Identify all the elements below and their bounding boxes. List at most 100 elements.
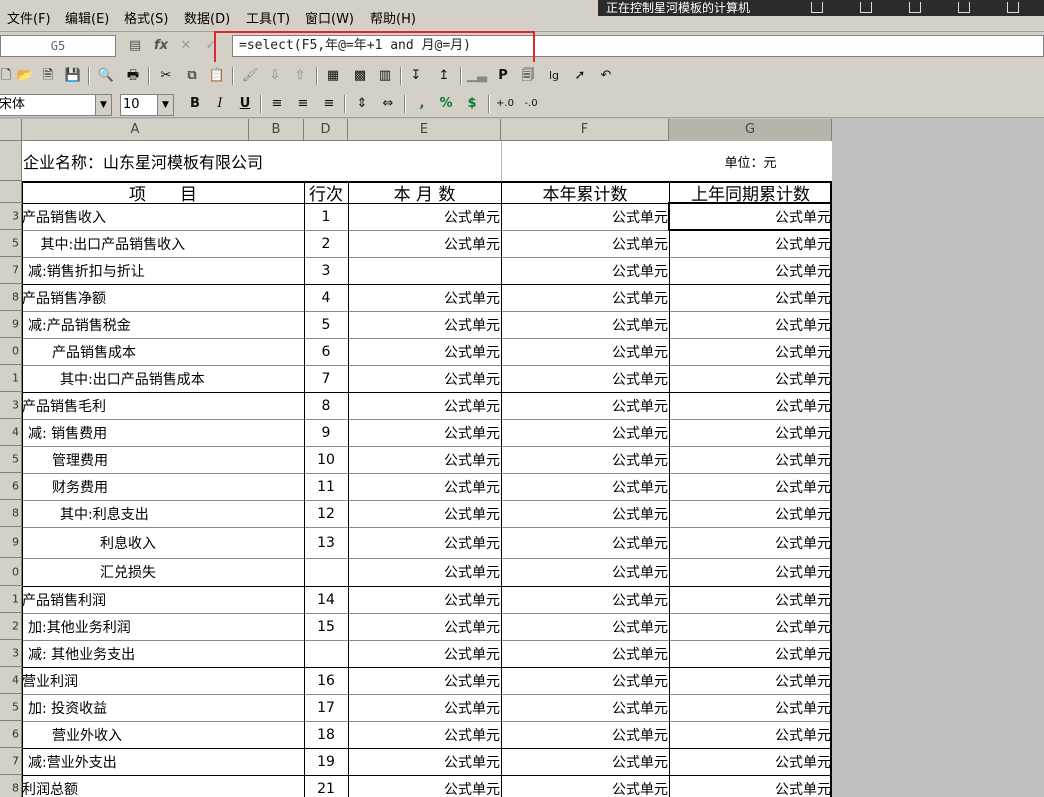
row-header[interactable]: 6 bbox=[0, 473, 22, 500]
value-cell-f[interactable]: 公式单元 bbox=[501, 392, 669, 419]
page-icon[interactable]: 🗐 bbox=[518, 66, 538, 86]
column-header-g[interactable]: G bbox=[669, 119, 832, 141]
horizontal-align-icon[interactable]: ⇔ bbox=[378, 94, 398, 114]
menu-data[interactable]: 数据(D) bbox=[184, 8, 230, 27]
row-header[interactable]: 8 bbox=[0, 500, 22, 527]
company-name[interactable]: 企业名称：山东星河模板有限公司 bbox=[23, 141, 501, 181]
row-header[interactable]: 5 bbox=[0, 230, 22, 257]
value-cell-f[interactable]: 公式单元 bbox=[501, 365, 669, 392]
value-cell-f[interactable]: 公式单元 bbox=[501, 338, 669, 365]
value-cell-g[interactable]: 公式单元 bbox=[669, 748, 832, 775]
item-label[interactable]: 营业外收入 bbox=[22, 721, 304, 748]
phone-icon[interactable] bbox=[811, 2, 823, 13]
column-header-a[interactable]: A bbox=[22, 119, 249, 141]
log-icon[interactable]: lg bbox=[544, 66, 564, 86]
value-cell-g[interactable]: 公式单元 bbox=[669, 775, 832, 797]
value-cell-f[interactable]: 公式单元 bbox=[501, 527, 669, 558]
currency-style-button[interactable]: $ bbox=[462, 94, 482, 114]
row-number[interactable] bbox=[304, 640, 348, 667]
value-cell-f[interactable]: 公式单元 bbox=[501, 640, 669, 667]
window-icon[interactable] bbox=[1007, 2, 1019, 13]
value-cell-e[interactable]: 公式单元 bbox=[348, 721, 501, 748]
row-header[interactable]: 3 bbox=[0, 392, 22, 419]
value-cell-f[interactable]: 公式单元 bbox=[501, 230, 669, 257]
document-icon[interactable]: 🗎 bbox=[38, 66, 58, 86]
value-cell-g[interactable]: 公式单元 bbox=[669, 257, 832, 284]
row-header[interactable]: 7 bbox=[0, 257, 22, 284]
header-row-no[interactable]: 行次 bbox=[304, 181, 348, 204]
sort-ascending-icon[interactable]: ↧ bbox=[406, 66, 426, 86]
comma-style-button[interactable]: , bbox=[412, 94, 432, 114]
item-label[interactable]: 其中:出口产品销售收入 bbox=[22, 230, 304, 257]
value-cell-f[interactable]: 公式单元 bbox=[501, 586, 669, 613]
row-number[interactable]: 1 bbox=[304, 203, 348, 230]
value-cell-f[interactable]: 公式单元 bbox=[501, 257, 669, 284]
open-folder-icon[interactable]: 📂 bbox=[15, 66, 35, 86]
row-number[interactable]: 5 bbox=[304, 311, 348, 338]
item-label[interactable]: 汇兑损失 bbox=[22, 558, 304, 586]
value-cell-g[interactable]: 公式单元 bbox=[669, 284, 832, 311]
column-header-f[interactable]: F bbox=[501, 119, 669, 141]
value-cell-e[interactable]: 公式单元 bbox=[348, 694, 501, 721]
value-cell-g[interactable]: 公式单元 bbox=[669, 230, 832, 257]
row-header[interactable]: 1 bbox=[0, 365, 22, 392]
screen-icon[interactable] bbox=[909, 2, 921, 13]
italic-button[interactable]: I bbox=[210, 94, 230, 114]
value-cell-e[interactable]: 公式单元 bbox=[348, 473, 501, 500]
vertical-align-icon[interactable]: ⇕ bbox=[352, 94, 372, 114]
row-number[interactable]: 7 bbox=[304, 365, 348, 392]
file-icon[interactable] bbox=[860, 2, 872, 13]
font-size-select[interactable]: 10 ▼ bbox=[120, 94, 174, 116]
row-header[interactable]: 8 bbox=[0, 775, 22, 797]
row-number[interactable]: 12 bbox=[304, 500, 348, 527]
value-cell-f[interactable]: 公式单元 bbox=[501, 203, 669, 230]
property-icon[interactable]: P bbox=[493, 66, 513, 86]
row-number[interactable] bbox=[304, 558, 348, 586]
formula-input[interactable]: =select(F5,年@=年+1 and 月@=月) bbox=[232, 35, 1044, 57]
value-cell-e[interactable] bbox=[348, 257, 501, 284]
row-header[interactable]: 0 bbox=[0, 338, 22, 365]
unit-label[interactable]: 单位：元 bbox=[669, 141, 832, 181]
table-icon[interactable]: ▦ bbox=[323, 66, 343, 86]
item-label[interactable]: 产品销售收入 bbox=[22, 203, 304, 230]
row-header[interactable]: 5 bbox=[0, 694, 22, 721]
row-header[interactable]: 1 bbox=[0, 586, 22, 613]
row-header[interactable]: 2 bbox=[0, 613, 22, 640]
grid-icon[interactable]: ▩ bbox=[350, 66, 370, 86]
value-cell-e[interactable]: 公式单元 bbox=[348, 311, 501, 338]
row-number[interactable]: 16 bbox=[304, 667, 348, 694]
item-label[interactable]: 其中:出口产品销售成本 bbox=[22, 365, 304, 392]
value-cell-f[interactable]: 公式单元 bbox=[501, 558, 669, 586]
align-center-icon[interactable]: ≡ bbox=[293, 94, 313, 114]
value-cell-g[interactable]: 公式单元 bbox=[669, 667, 832, 694]
menu-format[interactable]: 格式(S) bbox=[124, 8, 168, 27]
volume-icon[interactable] bbox=[958, 2, 970, 13]
value-cell-f[interactable]: 公式单元 bbox=[501, 694, 669, 721]
value-cell-g[interactable]: 公式单元 bbox=[669, 694, 832, 721]
new-file-icon[interactable]: 🗋 bbox=[0, 66, 16, 86]
copy-icon[interactable]: ⧉ bbox=[182, 66, 202, 86]
value-cell-e[interactable]: 公式单元 bbox=[348, 203, 501, 230]
row-header[interactable]: 5 bbox=[0, 446, 22, 473]
row-number[interactable]: 17 bbox=[304, 694, 348, 721]
item-label[interactable]: 营业利润 bbox=[22, 667, 304, 694]
value-cell-f[interactable]: 公式单元 bbox=[501, 721, 669, 748]
select-all-corner[interactable] bbox=[0, 119, 22, 141]
confirm-icon[interactable]: ✓ bbox=[202, 37, 220, 55]
item-label[interactable]: 产品销售净额 bbox=[22, 284, 304, 311]
value-cell-e[interactable]: 公式单元 bbox=[348, 338, 501, 365]
value-cell-e[interactable]: 公式单元 bbox=[348, 284, 501, 311]
value-cell-g[interactable]: 公式单元 bbox=[669, 473, 832, 500]
row-header[interactable]: 4 bbox=[0, 667, 22, 694]
column-header-e[interactable]: E bbox=[348, 119, 501, 141]
value-cell-f[interactable]: 公式单元 bbox=[501, 613, 669, 640]
item-label[interactable]: 利息收入 bbox=[22, 527, 304, 558]
value-cell-e[interactable]: 公式单元 bbox=[348, 230, 501, 257]
percent-style-button[interactable]: % bbox=[436, 94, 456, 114]
value-cell-g[interactable]: 公式单元 bbox=[669, 586, 832, 613]
value-cell-e[interactable]: 公式单元 bbox=[348, 558, 501, 586]
value-cell-e[interactable]: 公式单元 bbox=[348, 586, 501, 613]
undo-icon[interactable]: ↶ bbox=[596, 66, 616, 86]
chevron-down-icon[interactable]: ▼ bbox=[157, 95, 173, 115]
value-cell-g[interactable]: 公式单元 bbox=[669, 500, 832, 527]
